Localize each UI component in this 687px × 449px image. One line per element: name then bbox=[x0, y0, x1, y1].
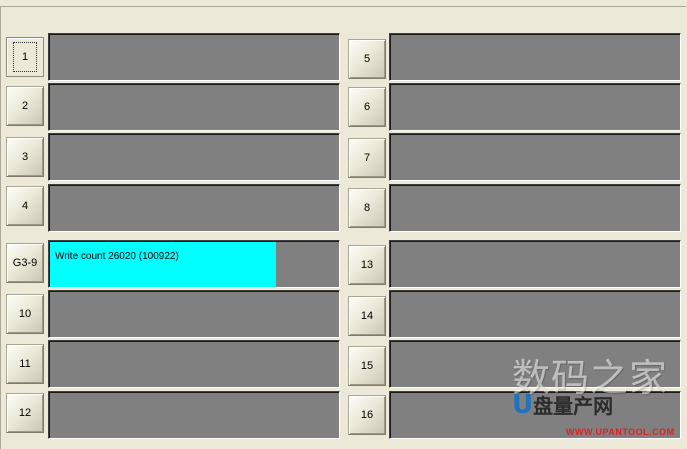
slot-button-label: 13 bbox=[360, 259, 374, 271]
slot-button-label: 1 bbox=[12, 42, 38, 72]
slot-button-label: 2 bbox=[21, 100, 29, 112]
slot-button-1[interactable]: 1 bbox=[6, 37, 44, 77]
slot-status-12 bbox=[48, 391, 340, 439]
slot-button-label: 14 bbox=[360, 310, 374, 322]
slot-status-11 bbox=[48, 340, 340, 388]
slot-button-3[interactable]: 3 bbox=[6, 137, 44, 177]
slot-button-label: 4 bbox=[21, 200, 29, 212]
slot-button-13[interactable]: 13 bbox=[348, 245, 386, 285]
slot-button-label: 8 bbox=[363, 202, 371, 214]
slot-button-10[interactable]: 10 bbox=[6, 294, 44, 334]
slot-status-3 bbox=[48, 133, 340, 181]
slot-button-label: 6 bbox=[363, 101, 371, 113]
slot-status-13 bbox=[389, 240, 681, 288]
slot-button-15[interactable]: 15 bbox=[348, 346, 386, 386]
slot-status-14 bbox=[389, 290, 681, 338]
slot-button-label: 11 bbox=[19, 358, 31, 370]
slot-button-label: 5 bbox=[363, 53, 371, 65]
watermark-logo-letter: U bbox=[512, 390, 534, 420]
slot-button-label: 7 bbox=[363, 152, 371, 164]
slot-button-8[interactable]: 8 bbox=[348, 188, 386, 228]
slot-status-2 bbox=[48, 83, 340, 131]
slot-status-1 bbox=[48, 33, 340, 81]
slot-button-label: 16 bbox=[360, 409, 374, 421]
watermark-logo-name: 盘量产网 bbox=[533, 394, 614, 418]
slot-status-g3-9: Write count 26020 (100922) bbox=[48, 240, 340, 288]
slot-button-2[interactable]: 2 bbox=[6, 86, 44, 126]
slot-status-8 bbox=[389, 184, 681, 232]
slot-status-10 bbox=[48, 290, 340, 338]
slot-button-g3-9[interactable]: G3-9 bbox=[6, 243, 44, 283]
slot-button-7[interactable]: 7 bbox=[348, 138, 386, 178]
slot-status-5 bbox=[389, 33, 681, 81]
slot-button-label: 10 bbox=[18, 308, 32, 320]
slot-status-7 bbox=[389, 133, 681, 181]
watermark-logo: U盘量产网 bbox=[512, 390, 613, 420]
write-progress-fill bbox=[50, 242, 277, 287]
slot-button-14[interactable]: 14 bbox=[348, 296, 386, 336]
slot-button-11[interactable]: 11 bbox=[6, 344, 44, 384]
slot-button-6[interactable]: 6 bbox=[348, 87, 386, 127]
slot-status-4 bbox=[48, 184, 340, 232]
slot-button-label: 12 bbox=[18, 407, 32, 419]
slot-button-label: G3-9 bbox=[12, 257, 38, 269]
slot-status-6 bbox=[389, 83, 681, 131]
slot-status-text: Write count 26020 (100922) bbox=[55, 251, 179, 262]
slot-button-4[interactable]: 4 bbox=[6, 186, 44, 226]
slot-button-label: 15 bbox=[360, 360, 374, 372]
slot-button-16[interactable]: 16 bbox=[348, 395, 386, 435]
slot-button-5[interactable]: 5 bbox=[348, 39, 386, 79]
watermark-url: WWW.UPANTOOL.COM bbox=[566, 427, 675, 437]
slot-button-label: 3 bbox=[21, 151, 29, 163]
slot-button-12[interactable]: 12 bbox=[6, 393, 44, 433]
